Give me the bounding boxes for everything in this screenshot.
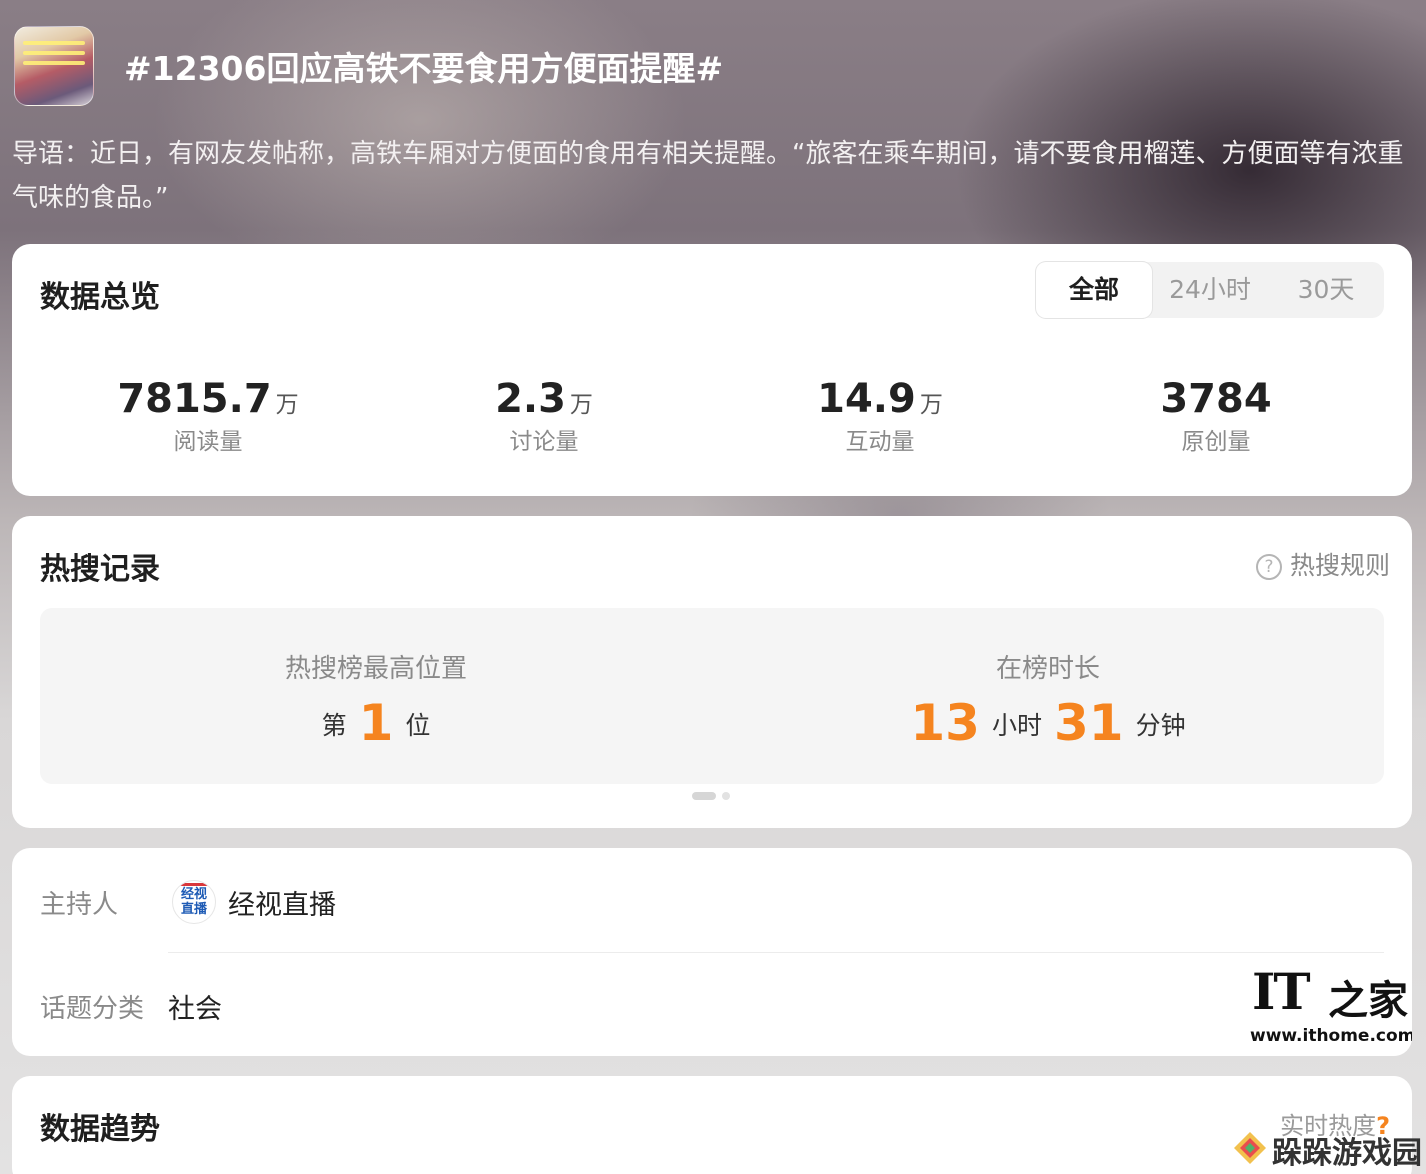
topic-cover-image[interactable] (14, 26, 94, 106)
best-position-caption: 热搜榜最高位置 (284, 654, 467, 684)
duration-block: 在榜时长 13 小时 31 分钟 (712, 608, 1384, 784)
stat-label: 互动量 (845, 429, 915, 455)
topic-title: #12306回应高铁不要食用方便面提醒# (124, 49, 724, 88)
duration-value-row: 13 小时 31 分钟 (712, 694, 1384, 752)
overview-title: 数据总览 (40, 280, 160, 315)
pager-dot-active[interactable] (692, 792, 716, 800)
stat-label: 讨论量 (509, 429, 579, 455)
topic-intro: 导语：近日，有网友发帖称，高铁车厢对方便面的食用有相关提醒。“旅客在乘车期间，请… (12, 139, 1404, 213)
stat-discussions: 2.3 万 讨论量 (376, 376, 712, 456)
pager-dot[interactable] (722, 792, 730, 800)
topic-header: #12306回应高铁不要食用方便面提醒# (14, 26, 1414, 110)
stat-reads: 7815.7 万 阅读量 (40, 376, 376, 456)
stat-value: 7815.7 (117, 376, 272, 422)
hot-search-rules-link[interactable]: ? 热搜规则 (1255, 546, 1390, 582)
ithome-url: www.ithome.com (1250, 1026, 1412, 1046)
stat-value: 2.3 (495, 376, 566, 422)
site-name: 跺跺游戏园 (1272, 1136, 1422, 1171)
trend-card: 数据趋势 实时热度? (12, 1076, 1412, 1174)
stat-value: 14.9 (817, 376, 916, 422)
category-label: 话题分类 (40, 994, 145, 1024)
hot-search-card: 热搜记录 ? 热搜规则 热搜榜最高位置 第1位 在榜时长 13 小时 31 分钟 (12, 516, 1412, 828)
position-value: 1 (358, 694, 394, 752)
stat-unit: 万 (569, 392, 593, 418)
position-suffix: 位 (405, 711, 431, 740)
host-label: 主持人 (40, 890, 119, 920)
question-circle-icon: ? (1255, 554, 1282, 580)
duration-caption: 在榜时长 (995, 654, 1100, 684)
stat-label: 阅读量 (173, 429, 243, 455)
divider (168, 952, 1384, 953)
hot-search-title: 热搜记录 (40, 552, 160, 587)
trend-title: 数据趋势 (40, 1112, 160, 1147)
ithome-logo: IT (1252, 962, 1311, 1021)
stat-unit: 万 (275, 392, 299, 418)
duration-minutes: 31 (1054, 694, 1124, 752)
duration-hours: 13 (910, 694, 980, 752)
rules-label: 热搜规则 (1289, 551, 1390, 580)
host-avatar-text-1: 经视 (180, 887, 207, 902)
host-avatar[interactable]: 经视 直播 (172, 880, 216, 924)
stat-value: 3784 (1160, 376, 1272, 422)
ithome-watermark: IT 之家 www.ithome.com (1250, 962, 1412, 1052)
ithome-cn-logo: 之家 (1328, 978, 1408, 1024)
stat-unit: 万 (919, 392, 943, 418)
category-value: 社会 (168, 994, 222, 1025)
tab-30d[interactable]: 30天 (1268, 262, 1384, 318)
tab-all[interactable]: 全部 (1036, 262, 1152, 318)
overview-card: 数据总览 全部 24小时 30天 7815.7 万 阅读量 2.3 万 讨论量 14… (12, 244, 1412, 496)
best-position-value-row: 第1位 (40, 694, 712, 752)
duration-hours-unit: 小时 (991, 711, 1042, 740)
tab-24h[interactable]: 24小时 (1152, 262, 1268, 318)
position-prefix: 第 (321, 711, 347, 740)
stat-label: 原创量 (1181, 429, 1251, 455)
host-avatar-text-2: 直播 (180, 902, 207, 917)
best-position-block: 热搜榜最高位置 第1位 (40, 608, 712, 784)
site-watermark: 跺跺游戏园 (1230, 1124, 1426, 1174)
host-name[interactable]: 经视直播 (228, 883, 336, 922)
duration-minutes-unit: 分钟 (1135, 711, 1186, 740)
stat-interactions: 14.9 万 互动量 (712, 376, 1048, 456)
stat-originals: 3784 原创量 (1048, 376, 1384, 456)
info-card: 主持人 经视 直播 经视直播 话题分类 社会 IT 之家 www.ithome.… (12, 848, 1412, 1056)
time-range-tabs: 全部 24小时 30天 (1036, 262, 1384, 318)
site-logo-icon (1234, 1132, 1266, 1164)
hot-search-panel: 热搜榜最高位置 第1位 在榜时长 13 小时 31 分钟 (40, 608, 1384, 784)
